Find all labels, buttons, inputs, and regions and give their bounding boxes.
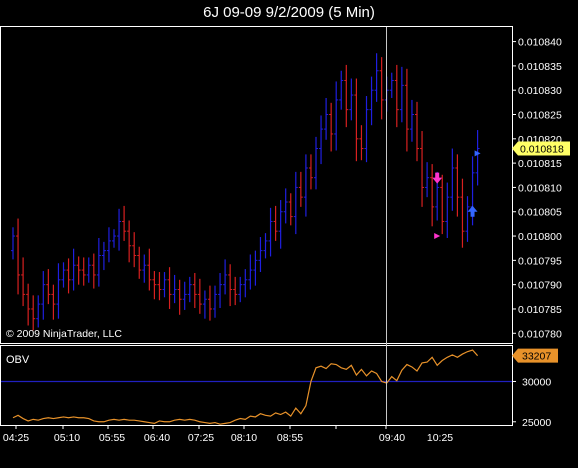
price-panel[interactable] (11, 53, 481, 331)
obv-panel-border (0, 345, 513, 426)
obv-tick-label: 30000 (522, 376, 551, 388)
price-tick-label: 0.010815 (518, 158, 562, 170)
last-price-label: 0.010818 (520, 144, 564, 156)
time-tick-label: 04:25 (3, 432, 29, 444)
time-tick-label: 09:40 (379, 432, 405, 444)
obv-series-line (12, 349, 479, 425)
time-tick-label: 10:25 (427, 432, 453, 444)
price-tick-label: 0.010790 (518, 280, 562, 292)
time-tick-label: 05:55 (99, 432, 125, 444)
price-tick-label: 0.010800 (518, 231, 562, 243)
axes: 0.0108400.0108350.0108300.0108250.010820… (3, 37, 570, 444)
price-tick-label: 0.010805 (518, 207, 562, 219)
price-tick-label: 0.010840 (518, 37, 562, 49)
buy-signal-arrow (467, 205, 478, 217)
time-tick-label: 08:10 (231, 432, 257, 444)
price-tick-label: 0.010830 (518, 85, 562, 97)
signal-marker (434, 233, 441, 240)
time-tick-label: 08:55 (277, 432, 303, 444)
price-tick-label: 0.010825 (518, 110, 562, 122)
copyright-text: © 2009 NinjaTrader, LLC (6, 328, 122, 340)
sell-signal-arrow (432, 172, 443, 184)
price-tick-label: 0.010810 (518, 182, 562, 194)
chart-canvas[interactable]: 0.0108400.0108350.0108300.0108250.010820… (0, 0, 578, 468)
price-tick-label: 0.010835 (518, 61, 562, 73)
price-tick-label: 0.010780 (518, 328, 562, 340)
obv-panel[interactable] (1, 349, 512, 425)
time-tick-label: 05:10 (54, 432, 80, 444)
price-panel-border (0, 26, 513, 344)
time-tick-label: 07:25 (188, 432, 214, 444)
time-tick-label: 06:40 (144, 432, 170, 444)
obv-tick-label: 25000 (522, 417, 551, 429)
chart-window: 6J 09-09 9/2/2009 (5 Min) 0.010840 0.0108… (0, 0, 578, 468)
obv-panel-label: OBV (6, 354, 30, 366)
obv-last-value-label: 33207 (522, 351, 551, 363)
price-tick-label: 0.010785 (518, 304, 562, 316)
price-tick-label: 0.010795 (518, 255, 562, 267)
